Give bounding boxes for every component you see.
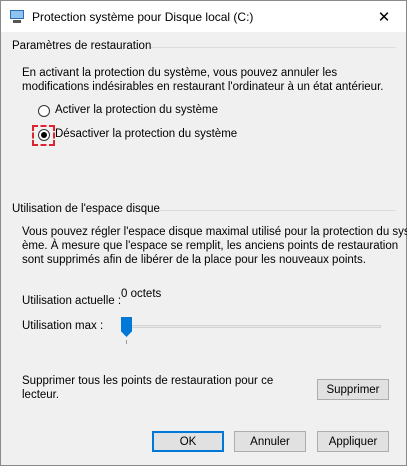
- title-bar: Protection système pour Disque local (C:…: [1, 1, 406, 32]
- system-protection-dialog: Protection système pour Disque local (C:…: [0, 0, 407, 466]
- ok-button[interactable]: OK: [152, 431, 224, 452]
- restore-description-line2: modifications indésirables en restaurant…: [22, 81, 384, 93]
- slider-tick: [126, 340, 127, 344]
- restore-settings-divider: [151, 47, 396, 48]
- cancel-button[interactable]: Annuler: [234, 431, 306, 452]
- disk-usage-description-line1: Vous pouvez régler l'espace disque maxim…: [22, 226, 407, 238]
- window-title: Protection système pour Disque local (C:…: [32, 10, 254, 24]
- close-icon: ✕: [377, 8, 391, 26]
- delete-restore-points-button[interactable]: Supprimer: [317, 379, 389, 400]
- enable-protection-radio[interactable]: [38, 105, 50, 117]
- disk-usage-divider: [159, 210, 396, 211]
- disable-protection-radio[interactable]: [38, 129, 50, 141]
- restore-description-line1: En activant la protection du système, vo…: [22, 67, 338, 79]
- disk-usage-description-line2: ème. À mesure que l'espace se remplit, l…: [22, 240, 399, 252]
- disable-protection-label[interactable]: Désactiver la protection du système: [55, 128, 237, 140]
- close-button[interactable]: ✕: [362, 1, 406, 32]
- max-usage-slider-thumb[interactable]: [121, 317, 132, 337]
- delete-description-line2: lecteur.: [22, 389, 60, 401]
- disk-usage-description-line3: sont supprimés afin de libérer de la pla…: [22, 254, 366, 266]
- enable-protection-label[interactable]: Activer la protection du système: [55, 104, 218, 116]
- delete-description-line1: Supprimer tous les points de restauratio…: [22, 375, 274, 387]
- system-properties-icon: [10, 10, 24, 23]
- restore-settings-heading: Paramètres de restauration: [12, 40, 152, 52]
- disk-usage-heading: Utilisation de l'espace disque: [12, 203, 160, 215]
- apply-button[interactable]: Appliquer: [317, 431, 389, 452]
- max-usage-label: Utilisation max :: [22, 320, 104, 332]
- current-usage-label: Utilisation actuelle :: [22, 295, 122, 307]
- max-usage-slider-track[interactable]: [126, 325, 381, 328]
- current-usage-value: 0 octets: [121, 288, 162, 300]
